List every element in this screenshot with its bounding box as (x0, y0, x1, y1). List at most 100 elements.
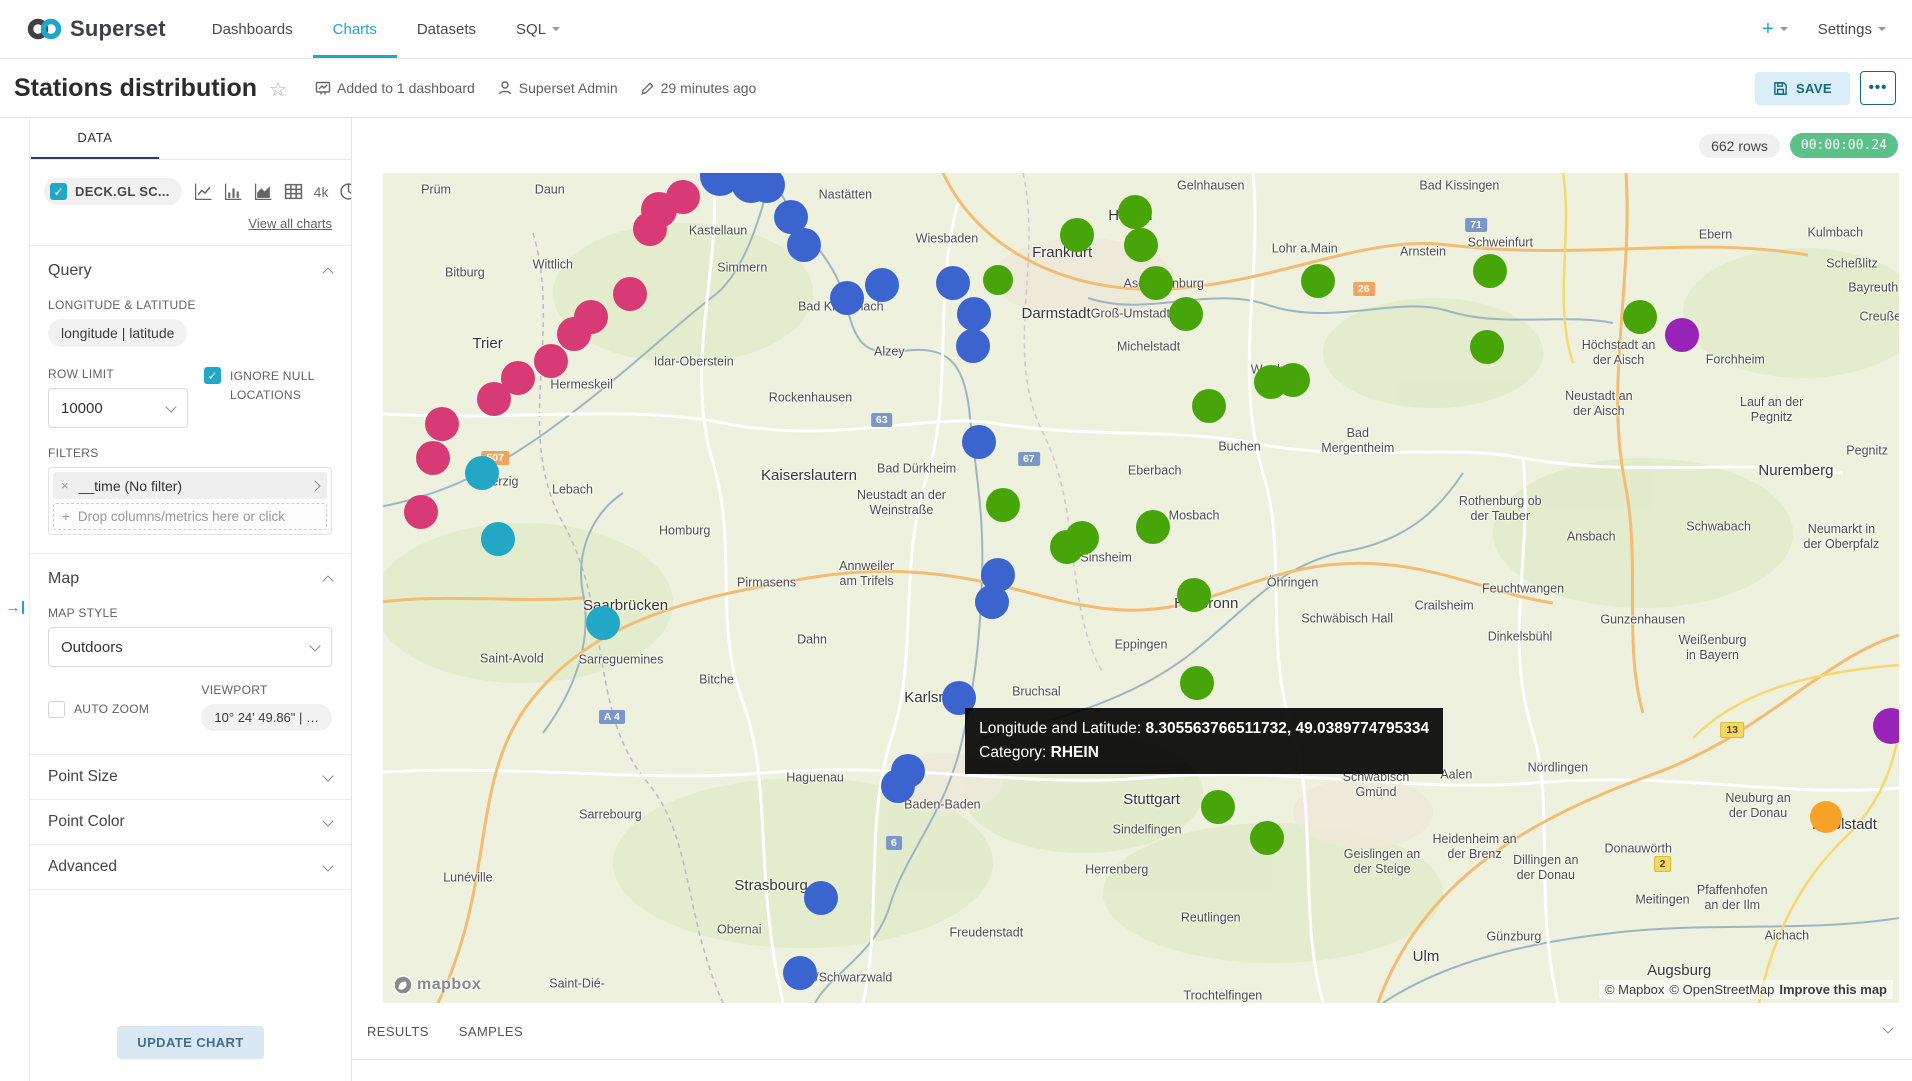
map-section-header[interactable]: Map (48, 570, 332, 588)
query-timer-badge: 00:00:00.24 (1790, 133, 1898, 158)
scatter-point-blue[interactable] (881, 769, 915, 803)
viz-type-selected[interactable]: ✓ DECK.GL SC... (44, 178, 182, 205)
scatter-point-pink[interactable] (613, 277, 647, 311)
scatter-point-green[interactable] (1301, 264, 1335, 298)
scatter-point-green[interactable] (986, 488, 1020, 522)
nav-item-charts[interactable]: Charts (313, 0, 397, 58)
scatter-point-orange[interactable] (1810, 801, 1842, 833)
ignore-null-checkbox[interactable]: ✓ (204, 367, 221, 384)
filter-chip-time[interactable]: × __time (No filter) (53, 472, 327, 499)
scatter-point-green[interactable] (1470, 330, 1504, 364)
expand-panel-icon[interactable]: → (6, 134, 24, 1081)
scatter-point-blue[interactable] (865, 268, 899, 302)
scatter-point-green[interactable] (1473, 254, 1507, 288)
improve-map-link[interactable]: Improve this map (1779, 982, 1887, 997)
viz-type-4k[interactable]: 4k (314, 184, 329, 200)
scatter-point-blue[interactable] (957, 297, 991, 331)
point-color-section-header[interactable]: Point Color (30, 800, 351, 845)
scatter-point-green[interactable] (1060, 218, 1094, 252)
scatter-point-blue[interactable] (962, 425, 996, 459)
settings-menu[interactable]: Settings (1818, 21, 1886, 38)
pie-chart-icon[interactable] (339, 182, 351, 201)
scatter-point-pink[interactable] (425, 407, 459, 441)
nav-item-datasets[interactable]: Datasets (397, 0, 496, 58)
view-all-charts-link[interactable]: View all charts (248, 216, 332, 231)
scatter-point-pink[interactable] (477, 382, 511, 416)
deckgl-scatter-map[interactable]: PrümDaunNastättenWiesbadenFrankfurtHanau… (383, 173, 1899, 1003)
scatter-point-pink[interactable] (633, 212, 667, 246)
scatter-point-cyan[interactable] (465, 456, 499, 490)
query-section-header[interactable]: Query (48, 262, 332, 280)
dashboards-badge[interactable]: Added to 1 dashboard (315, 80, 475, 96)
table-icon[interactable] (284, 182, 303, 201)
tab-data[interactable]: DATA (31, 118, 159, 159)
map-city-label: Augsburg (1647, 962, 1711, 980)
advanced-section-header[interactable]: Advanced (30, 845, 351, 890)
scatter-point-purple[interactable] (1665, 318, 1699, 352)
owner-badge[interactable]: Superset Admin (497, 80, 618, 96)
map-city-label: Annweiler am Trifels (831, 559, 903, 589)
map-city-label: Meitingen (1635, 893, 1689, 908)
scatter-point-pink[interactable] (557, 317, 591, 351)
nav-item-sql[interactable]: SQL (496, 0, 580, 58)
scatter-point-green[interactable] (1139, 266, 1173, 300)
scatter-point-cyan[interactable] (481, 522, 515, 556)
scatter-point-pink[interactable] (416, 441, 450, 475)
mapbox-logo[interactable]: mapbox (393, 975, 481, 995)
scatter-point-blue[interactable] (975, 585, 1009, 619)
area-chart-icon[interactable] (254, 182, 273, 201)
auto-zoom-checkbox[interactable] (48, 701, 65, 718)
mapbox-attribution-link[interactable]: © Mapbox (1605, 982, 1664, 997)
scatter-point-blue[interactable] (956, 329, 990, 363)
tab-results[interactable]: RESULTS (367, 1024, 429, 1039)
scatter-point-pink[interactable] (666, 180, 700, 214)
scatter-point-green[interactable] (1623, 300, 1657, 334)
favorite-star-icon[interactable]: ☆ (269, 77, 287, 102)
scatter-point-cyan[interactable] (586, 606, 620, 640)
scatter-point-blue[interactable] (787, 228, 821, 262)
scatter-point-green[interactable] (1201, 790, 1235, 824)
scatter-point-green[interactable] (1177, 578, 1211, 612)
point-size-section-header[interactable]: Point Size (30, 755, 351, 800)
scatter-point-green[interactable] (1250, 821, 1284, 855)
row-limit-select[interactable]: 10000 (48, 388, 188, 428)
scatter-point-pink[interactable] (404, 495, 438, 529)
scatter-point-blue[interactable] (936, 266, 970, 300)
remove-filter-icon[interactable]: × (61, 478, 69, 493)
new-item-button[interactable]: + (1762, 18, 1788, 41)
road-shield: 71 (1465, 218, 1487, 232)
scatter-point-green[interactable] (1276, 363, 1310, 397)
scatter-point-green[interactable] (1192, 389, 1226, 423)
bar-chart-icon[interactable] (224, 182, 243, 201)
scatter-point-green[interactable] (1136, 510, 1170, 544)
scatter-point-green[interactable] (1050, 530, 1084, 564)
map-style-select[interactable]: Outdoors (48, 627, 332, 667)
scatter-point-blue[interactable] (804, 881, 838, 915)
update-chart-button[interactable]: UPDATE CHART (117, 1026, 263, 1059)
map-city-label: Ansbach (1567, 530, 1616, 545)
road-shield: 13 (1720, 722, 1744, 738)
scatter-point-blue[interactable] (830, 281, 864, 315)
osm-attribution-link[interactable]: © OpenStreetMap (1669, 982, 1774, 997)
lonlat-chip[interactable]: longitude | latitude (48, 319, 187, 347)
tab-samples[interactable]: SAMPLES (459, 1024, 523, 1039)
scatter-point-blue[interactable] (783, 956, 817, 990)
line-chart-icon[interactable] (194, 182, 213, 201)
brand-name: Superset (70, 16, 166, 42)
scatter-point-green[interactable] (1169, 297, 1203, 331)
nav-item-dashboards[interactable]: Dashboards (192, 0, 313, 58)
map-city-label: Obernai (717, 922, 761, 937)
superset-logo[interactable]: Superset (0, 0, 192, 58)
collapse-results-icon[interactable] (1884, 1022, 1892, 1040)
scatter-point-green[interactable] (983, 265, 1013, 295)
scatter-point-green[interactable] (1124, 228, 1158, 262)
drop-columns-target[interactable]: + Drop columns/metrics here or click (53, 503, 327, 530)
scatter-point-green[interactable] (1118, 195, 1152, 229)
viewport-chip[interactable]: 10° 24' 49.86" | … (201, 704, 332, 731)
save-button[interactable]: SAVE (1755, 72, 1850, 105)
last-modified-badge[interactable]: 29 minutes ago (640, 80, 757, 96)
scatter-point-pink[interactable] (534, 344, 568, 378)
scatter-point-green[interactable] (1180, 666, 1214, 700)
chevron-down-icon (322, 815, 333, 826)
more-actions-button[interactable]: ••• (1860, 71, 1896, 105)
